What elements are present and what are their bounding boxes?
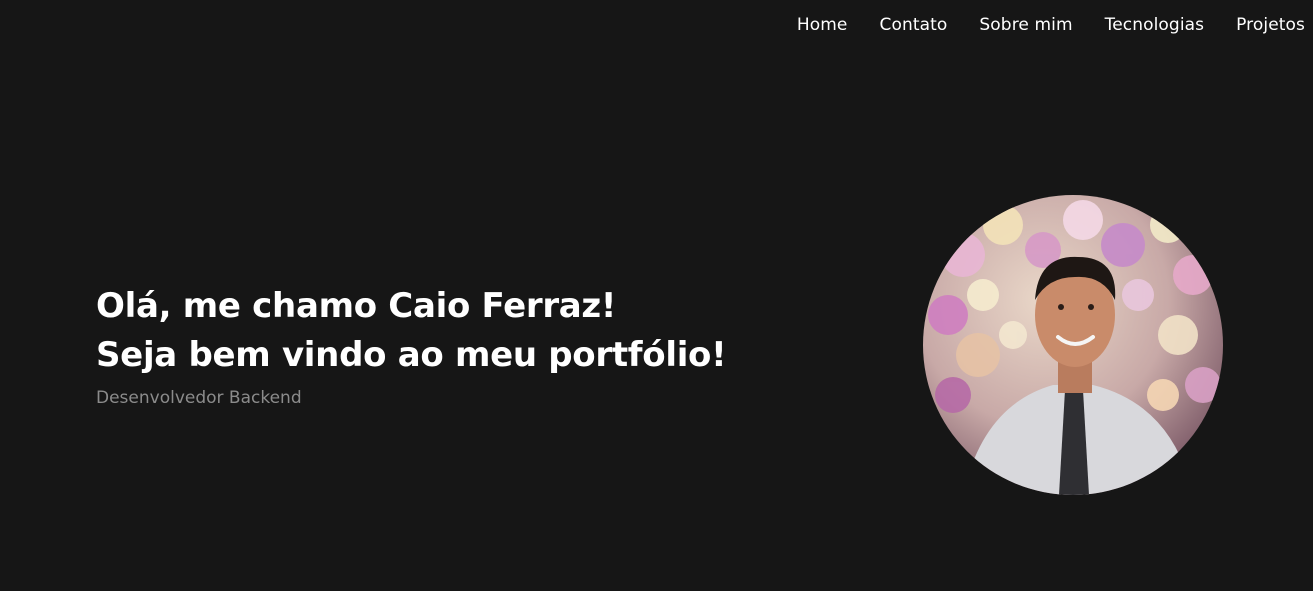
profile-photo-illustration (923, 195, 1223, 495)
nav-item-sobre-mim[interactable]: Sobre mim (979, 15, 1072, 35)
nav-item-home[interactable]: Home (797, 15, 848, 35)
hero-subtitle: Desenvolvedor Backend (96, 388, 302, 408)
top-nav: Home Contato Sobre mim Tecnologias Proje… (797, 0, 1313, 50)
page: Home Contato Sobre mim Tecnologias Proje… (0, 0, 1313, 591)
hero-section: Olá, me chamo Caio Ferraz! Seja bem vind… (96, 282, 727, 408)
nav-item-tecnologias[interactable]: Tecnologias (1105, 15, 1205, 35)
nav-item-projetos[interactable]: Projetos (1236, 15, 1305, 35)
hero-heading-line-1: Olá, me chamo Caio Ferraz! (96, 286, 617, 326)
hero-heading-line-2: Seja bem vindo ao meu portfólio! (96, 335, 727, 375)
profile-photo (923, 195, 1223, 495)
nav-item-contato[interactable]: Contato (880, 15, 948, 35)
